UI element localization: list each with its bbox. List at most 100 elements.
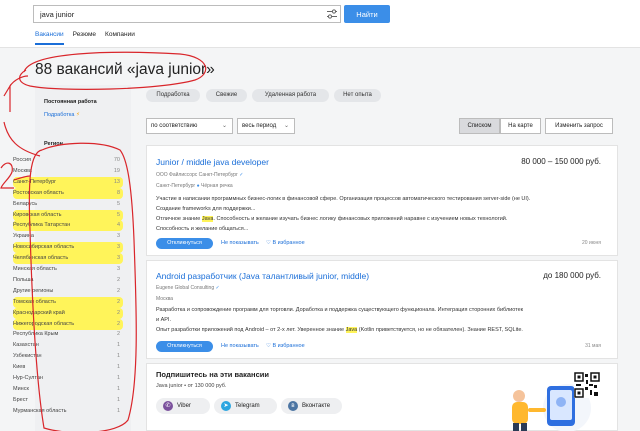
vk-button[interactable]: в Вконтакте [281,398,342,414]
viber-icon: ✆ [163,401,173,411]
region-item[interactable]: Мурманская область 1 [13,406,123,417]
region-count: 1 [116,396,120,403]
vacancy-date: 20 июня [582,240,601,246]
region-item[interactable]: Беларусь 5 [13,199,123,210]
vacancy-metro: Чёрная речка [201,183,233,189]
company-name: Eugene Global Consulting [156,285,215,291]
region-item[interactable]: Нур-Султан 1 [13,373,123,384]
region-item[interactable]: Санкт-Петербург 13 [13,176,123,188]
favorite-link[interactable]: ♡ В избранное [266,240,305,246]
vk-icon: в [288,401,298,411]
vacancy-title[interactable]: Android разработчик (Java талантливый ju… [156,271,369,281]
region-item[interactable]: Томская область 2 [13,296,123,308]
region-item[interactable]: Россия 70 [13,155,123,166]
region-name: Минская область [13,266,57,272]
region-count: 4 [116,222,120,229]
region-item[interactable]: Польша 2 [13,275,123,286]
sort-order-select[interactable]: по соответствию ⌄ [146,118,233,134]
favorite-link[interactable]: ♡ В избранное [266,343,305,349]
view-list-button[interactable]: Списком [459,118,500,134]
region-name: Ростовская область [13,189,64,196]
region-count: 3 [116,244,120,251]
sort-period-value: весь период [242,123,277,129]
region-count: 1 [116,375,120,381]
region-count: 2 [116,320,120,327]
region-count: 2 [116,298,120,305]
sort-period-select[interactable]: весь период ⌄ [237,118,295,134]
region-item[interactable]: Брест 1 [13,395,123,406]
vacancy-card: Junior / middle java developer 80 000 – … [146,145,618,256]
vacancy-desc-line: Способность и желание общаться... [156,226,249,232]
chip-fresh[interactable]: Свежие [206,89,247,102]
region-count: 2 [116,309,120,316]
region-count: 5 [116,200,120,207]
respond-button[interactable]: Откликнуться [156,341,213,352]
vacancy-desc-line: Участие в написании программных бизнес-л… [156,196,531,202]
region-item[interactable]: Казахстан 1 [13,340,123,351]
hide-link[interactable]: Не показывать [221,240,259,246]
region-item[interactable]: Республика Татарстан 4 [13,220,123,232]
region-name: Казахстан [13,342,39,349]
region-item[interactable]: Новосибирская область 3 [13,242,123,254]
vacancy-desc-line: Создание frameworks для поддержки... [156,206,256,212]
region-item[interactable]: Краснодарский край 2 [13,307,123,319]
region-item[interactable]: Минск 1 [13,384,123,395]
region-item[interactable]: Кировская область 5 [13,209,123,221]
highlight-java: Java [345,327,358,333]
heart-icon: ♡ [266,343,271,349]
vacancy-title[interactable]: Junior / middle java developer [156,157,269,167]
hide-link[interactable]: Не показывать [221,343,259,349]
respond-button[interactable]: Откликнуться [156,238,213,249]
lightning-icon: ⚡ [75,112,80,118]
region-count: 13 [113,178,120,185]
verified-icon: ✓ [239,172,244,178]
chip-remote[interactable]: Удаленная работа [252,89,329,102]
subscribe-title: Подпишитесь на эти вакансии [156,370,269,379]
region-name: Москва [13,167,32,174]
qr-code-icon[interactable] [574,372,600,398]
region-item[interactable]: Минская область 3 [13,264,123,275]
region-item[interactable]: Украина 3 [13,231,123,242]
region-item[interactable]: Узбекистан 1 [13,351,123,362]
tab-vacancies[interactable]: Вакансии [35,31,64,45]
employment-heading: Постоянная работа [44,99,97,105]
search-button[interactable]: Найти [344,5,390,23]
main-tabs: Вакансии Резюме Компании [35,31,135,45]
region-count: 5 [116,211,120,218]
region-item[interactable]: Другие регионы 2 [13,286,123,297]
region-name: Узбекистан [13,353,42,360]
chevron-down-icon: ⌄ [283,123,289,129]
region-item[interactable]: Москва 19 [13,166,123,177]
highlight-java: Java [201,216,214,222]
region-item[interactable]: Республика Крым 2 [13,329,123,340]
region-item[interactable]: Киев 1 [13,362,123,373]
region-count: 1 [116,385,120,392]
region-item[interactable]: Челябинская область 3 [13,253,123,265]
region-name: Брест [13,396,28,403]
view-map-button[interactable]: На карте [500,118,541,134]
chip-no-experience[interactable]: Нет опыта [334,89,381,102]
region-item[interactable]: Нижегородская область 2 [13,318,123,330]
vacancy-company[interactable]: ООО Файлиссорс Санкт-Петербург ✓ [156,172,243,178]
region-name: Мурманская область [13,407,67,414]
telegram-button[interactable]: ➤ Telegram [214,398,277,414]
change-query-button[interactable]: Изменить запрос [545,118,613,134]
tab-resumes[interactable]: Резюме [73,31,96,45]
tab-companies[interactable]: Компании [105,31,135,45]
vk-label: Вконтакте [302,403,331,409]
region-name: Республика Крым [13,331,59,338]
heart-icon: ♡ [266,240,271,246]
search-input[interactable] [33,5,341,23]
viber-button[interactable]: ✆ Viber [156,398,210,414]
filter-icon[interactable] [326,8,338,20]
region-item[interactable]: Ростовская область 8 [13,187,123,199]
verified-icon: ✓ [215,285,220,291]
region-count: 8 [116,189,120,196]
region-name: Россия [13,157,32,163]
vacancy-company[interactable]: Eugene Global Consulting ✓ [156,285,220,291]
vacancy-desc-line: Отличное знание Java. Способность и жела… [156,216,508,222]
employment-link[interactable]: Подработка ⚡ [44,112,80,118]
region-name: Томская область [13,298,56,305]
chip-part-time[interactable]: Подработка [146,89,200,102]
region-name: Краснодарский край [13,309,65,316]
